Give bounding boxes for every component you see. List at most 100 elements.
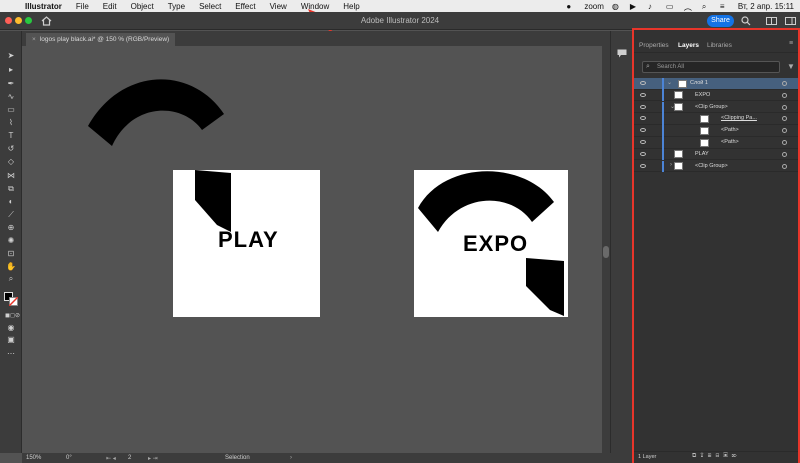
blend-tool-icon[interactable]: ⊕ bbox=[5, 223, 17, 233]
menu-type[interactable]: Type bbox=[161, 2, 192, 11]
layer-row-clip-group-2[interactable]: › <Clip Group> bbox=[634, 160, 798, 173]
target-circle-icon[interactable] bbox=[782, 116, 787, 122]
menu-select[interactable]: Select bbox=[192, 2, 228, 11]
expo-text: EXPO bbox=[463, 231, 529, 256]
visibility-eye-icon[interactable] bbox=[640, 128, 646, 133]
close-tab-icon[interactable]: × bbox=[32, 36, 36, 43]
artboard-expo[interactable]: EXPO bbox=[414, 170, 568, 317]
expand-chevron-icon[interactable]: › bbox=[670, 162, 672, 168]
canvas-vertical-scrollbar[interactable] bbox=[602, 46, 610, 453]
rotate-tool-icon[interactable]: ↺ bbox=[5, 144, 17, 154]
canvas[interactable]: PLAY EXPO bbox=[22, 46, 602, 453]
target-circle-icon[interactable] bbox=[782, 163, 787, 169]
artboard-play[interactable]: PLAY bbox=[173, 170, 320, 317]
visibility-eye-icon[interactable] bbox=[640, 104, 646, 109]
visibility-eye-icon[interactable] bbox=[640, 151, 646, 156]
zoom-level[interactable]: 150% bbox=[26, 455, 41, 461]
battery-icon[interactable]: ▭ bbox=[666, 2, 676, 11]
play-circle-icon[interactable]: ▶ bbox=[630, 2, 640, 11]
curvature-tool-icon[interactable]: ∿ bbox=[5, 92, 17, 102]
wifi-icon[interactable]: ︵ bbox=[684, 2, 694, 12]
tab-layers[interactable]: Layers bbox=[678, 40, 699, 52]
control-center-icon[interactable]: ≡ bbox=[720, 2, 730, 11]
artboard-tool-icon[interactable]: ⊡ bbox=[5, 249, 17, 259]
width-tool-icon[interactable]: ⋈ bbox=[5, 171, 17, 181]
visibility-eye-icon[interactable] bbox=[640, 81, 646, 85]
menu-help[interactable]: Help bbox=[336, 2, 366, 11]
visibility-eye-icon[interactable] bbox=[640, 140, 646, 144]
panel-menu-icon[interactable]: ≡ bbox=[789, 40, 793, 47]
layer-row-path-2[interactable]: <Path> bbox=[634, 137, 798, 149]
scrollbar-thumb[interactable] bbox=[603, 246, 609, 258]
target-circle-icon[interactable] bbox=[782, 81, 787, 86]
layer-row-label: <Clip Group> bbox=[695, 103, 728, 110]
rectangle-tool-icon[interactable]: ▭ bbox=[5, 105, 17, 115]
shape-builder-tool-icon[interactable]: ◐ bbox=[5, 197, 17, 207]
artboard-number[interactable]: 2 bbox=[128, 455, 131, 461]
document-tab-bar: × logos play black.ai* @ 150 % (RGB/Previ… bbox=[22, 31, 610, 46]
target-circle-icon[interactable] bbox=[782, 128, 787, 134]
type-tool-icon[interactable]: T bbox=[5, 131, 17, 141]
menu-file[interactable]: File bbox=[69, 2, 96, 11]
visibility-eye-icon[interactable] bbox=[640, 92, 646, 97]
layer-row-expo[interactable]: EXPO bbox=[634, 89, 798, 102]
target-circle-icon[interactable] bbox=[782, 104, 787, 110]
kaspersky-icon[interactable]: ◍ bbox=[612, 2, 622, 11]
selection-tool-icon[interactable]: ➤ bbox=[5, 51, 17, 61]
audio-icon[interactable]: ♪ bbox=[648, 2, 658, 11]
search-icon[interactable] bbox=[741, 16, 751, 26]
symbol-sprayer-tool-icon[interactable]: ✺ bbox=[5, 236, 17, 246]
layer-color-bar bbox=[662, 160, 664, 173]
tab-properties[interactable]: Properties bbox=[639, 40, 669, 52]
eraser-tool-icon[interactable]: ◇ bbox=[5, 157, 17, 167]
document-tab[interactable]: × logos play black.ai* @ 150 % (RGB/Previ… bbox=[26, 33, 176, 46]
comments-icon[interactable] bbox=[617, 49, 627, 58]
menu-edit[interactable]: Edit bbox=[96, 2, 124, 11]
free-transform-tool-icon[interactable]: ⧉ bbox=[5, 184, 17, 194]
zoom-tool-icon[interactable]: ⌕ bbox=[5, 274, 17, 284]
workspace-icon[interactable] bbox=[785, 17, 796, 25]
target-circle-icon[interactable] bbox=[782, 92, 787, 98]
filter-icon[interactable]: ▼ bbox=[787, 62, 795, 71]
screen-mode-icon[interactable]: ▣ bbox=[5, 335, 17, 345]
layer-row-clip-group[interactable]: ⌄ <Clip Group> bbox=[634, 101, 798, 114]
app-title: Adobe Illustrator 2024 bbox=[360, 16, 440, 25]
status-menu-icon[interactable]: › bbox=[290, 455, 292, 461]
menu-object[interactable]: Object bbox=[124, 2, 161, 11]
target-circle-icon[interactable] bbox=[782, 140, 787, 145]
menu-view[interactable]: View bbox=[263, 2, 294, 11]
search-icon[interactable]: ⌕ bbox=[702, 2, 712, 11]
expand-chevron-icon[interactable]: ⌄ bbox=[667, 79, 672, 86]
panel-footer: 1 Layer ⧉⇪⊞⊟▣⌦ bbox=[634, 451, 798, 463]
pen-tool-icon[interactable]: ✒ bbox=[5, 79, 17, 89]
layer-row-path-1[interactable]: <Path> bbox=[634, 125, 798, 137]
zoom-label[interactable]: zoom bbox=[584, 2, 604, 11]
panel-footer-actions-icon[interactable]: ⧉⇪⊞⊟▣⌦ bbox=[692, 453, 741, 460]
layer-row-sloy1[interactable]: ⌄ Слой 1 bbox=[634, 78, 798, 90]
layer-row-play[interactable]: PLAY bbox=[634, 148, 798, 161]
visibility-eye-icon[interactable] bbox=[640, 116, 646, 121]
paintbrush-tool-icon[interactable]: ⌇ bbox=[5, 118, 17, 128]
more-tools-icon[interactable]: ⋯ bbox=[5, 349, 17, 359]
drawing-mode-icon[interactable]: ◉ bbox=[5, 323, 17, 333]
hand-tool-icon[interactable]: ✋ bbox=[5, 262, 17, 272]
arrange-documents-icon[interactable] bbox=[766, 17, 777, 25]
target-circle-icon[interactable] bbox=[782, 151, 787, 157]
color-mode-icons[interactable]: ◼◻⊘ bbox=[5, 311, 20, 321]
tab-libraries[interactable]: Libraries bbox=[707, 40, 732, 52]
menu-effect[interactable]: Effect bbox=[228, 2, 262, 11]
record-icon[interactable]: ● bbox=[566, 2, 576, 11]
visibility-eye-icon[interactable] bbox=[640, 163, 646, 168]
menu-app-name[interactable]: Illustrator bbox=[18, 2, 69, 11]
artboard-nav-icons[interactable]: ⇤ ◂ bbox=[106, 455, 116, 462]
layers-search-input[interactable]: ⌕ Search All bbox=[642, 61, 780, 73]
rotation-value[interactable]: 0° bbox=[66, 455, 72, 461]
artboard-nav-next-icons[interactable]: ▸ ⇥ bbox=[148, 455, 158, 462]
share-button[interactable]: Share bbox=[707, 15, 734, 27]
direct-selection-tool-icon[interactable]: ▸ bbox=[5, 65, 17, 75]
stroke-color-swatch[interactable] bbox=[9, 297, 18, 306]
menu-window[interactable]: Window bbox=[294, 2, 336, 11]
layer-color-bar bbox=[662, 113, 664, 125]
layer-row-clipping-path[interactable]: <Clipping Pa... bbox=[634, 113, 798, 125]
eyedropper-tool-icon[interactable]: ⟋ bbox=[5, 210, 17, 220]
